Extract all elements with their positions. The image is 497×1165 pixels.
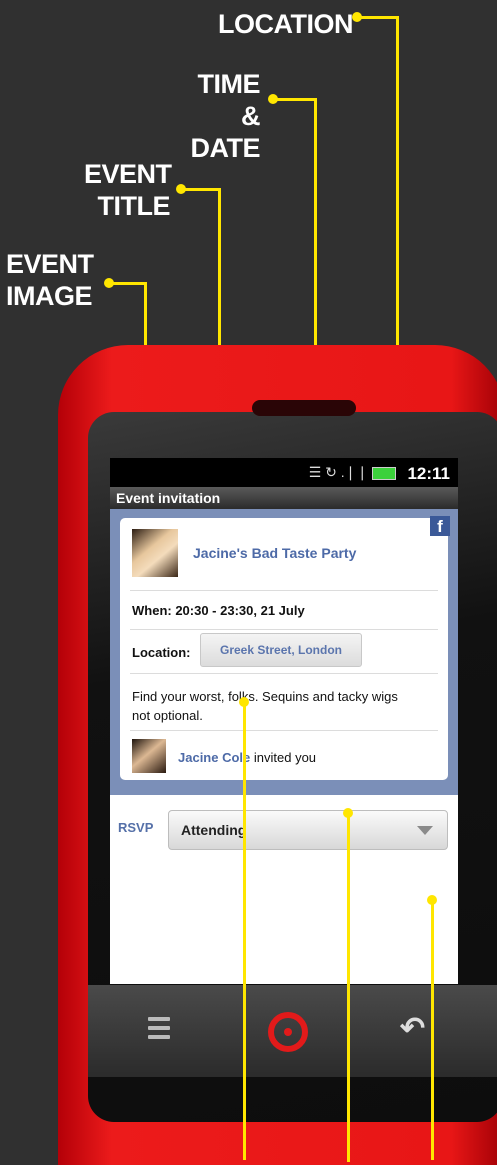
callout-inviter-line — [347, 812, 350, 1162]
invited-by: Jacine Cole invited you — [178, 750, 316, 765]
facebook-icon: f — [430, 516, 450, 536]
callout-desc-line — [243, 700, 246, 1160]
callout-time-line — [273, 98, 315, 101]
rsvp-label: RSVP — [118, 820, 154, 835]
page-title: Event invitation — [110, 487, 458, 509]
menu-icon[interactable] — [148, 1017, 170, 1044]
invited-suffix: invited you — [250, 750, 317, 765]
rsvp-dropdown[interactable]: Attending — [168, 810, 448, 850]
callout-title-line — [181, 188, 219, 191]
back-icon[interactable]: ↶ — [400, 1011, 425, 1046]
callout-rsvp-end — [427, 895, 437, 905]
status-icons: ☰ ↻ .❘❘ — [309, 464, 396, 481]
event-card: f Jacine's Bad Taste Party When: 20:30 -… — [120, 516, 450, 780]
event-time-date: When: 20:30 - 23:30, 21 July — [132, 603, 305, 618]
callout-event-title: EVENT TITLE — [84, 159, 172, 221]
divider — [130, 590, 438, 591]
event-title[interactable]: Jacine's Bad Taste Party — [193, 545, 356, 561]
chevron-down-icon[interactable] — [417, 826, 433, 835]
rsvp-value: Attending — [181, 822, 247, 838]
status-time: 12:11 — [407, 464, 450, 483]
event-image[interactable] — [132, 529, 178, 577]
callout-location-line — [357, 16, 397, 19]
callout-rsvp-line — [431, 898, 434, 1160]
battery-icon — [372, 466, 396, 480]
location-button[interactable]: Greek Street, London — [200, 633, 362, 667]
inviter-avatar[interactable] — [132, 739, 166, 773]
phone-screen: ☰ ↻ .❘❘ 12:11 Event invitation f Jacine'… — [110, 458, 458, 984]
phone-nav-bar: ↶ — [88, 985, 497, 1077]
inviter-name[interactable]: Jacine Cole — [178, 750, 250, 765]
divider — [130, 730, 438, 731]
event-panel: f Jacine's Bad Taste Party When: 20:30 -… — [110, 509, 458, 795]
callout-desc-end — [239, 697, 249, 707]
location-label: Location: — [132, 645, 191, 660]
callout-image-line — [109, 282, 145, 285]
callout-inviter-end — [343, 808, 353, 818]
event-description: Find your worst, folks. Sequins and tack… — [132, 689, 398, 723]
status-bar: ☰ ↻ .❘❘ 12:11 — [110, 458, 458, 487]
callout-event-image: EVENT IMAGE — [6, 249, 94, 311]
rsvp-row: RSVP Attending — [110, 795, 458, 855]
callout-time-date: TIME & DATE — [190, 69, 261, 163]
divider — [130, 629, 438, 630]
phone-speaker — [252, 400, 356, 416]
search-icon[interactable] — [268, 1012, 308, 1052]
callout-location: LOCATION — [218, 9, 353, 39]
divider — [130, 673, 438, 674]
